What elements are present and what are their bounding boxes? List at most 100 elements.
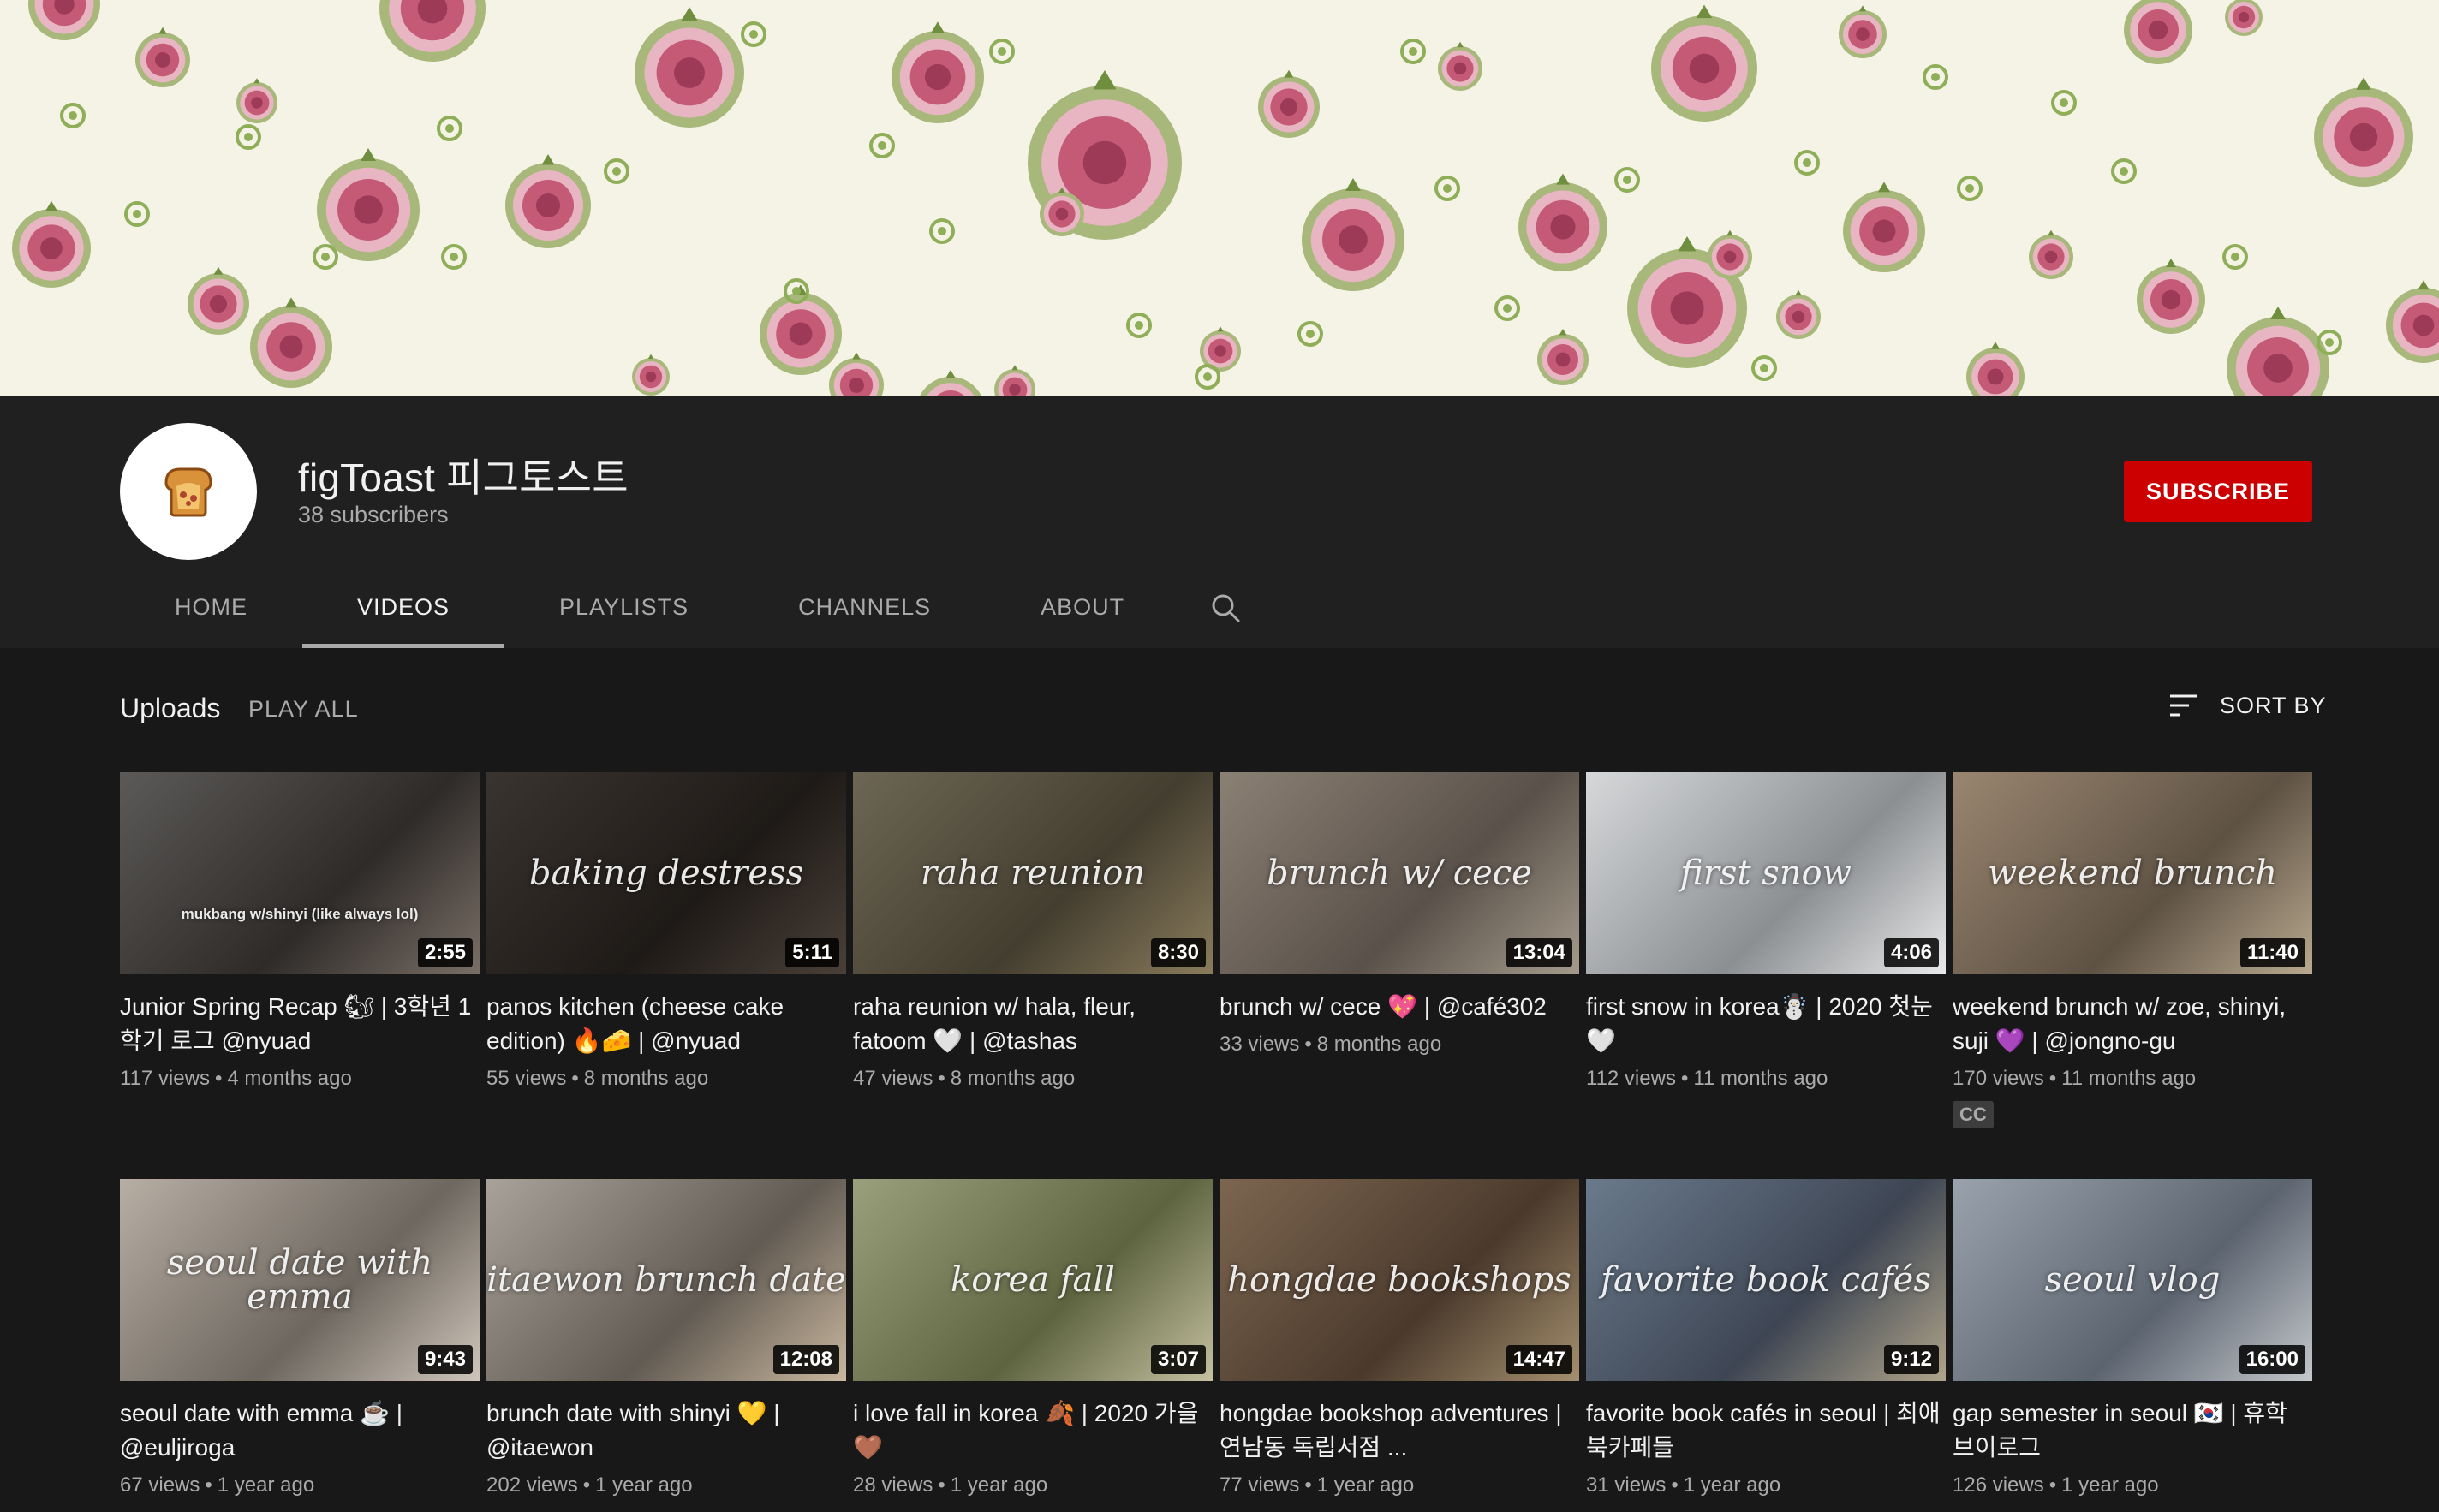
tab-home[interactable]: HOME — [120, 567, 302, 648]
tab-videos[interactable]: VIDEOS — [302, 567, 505, 648]
video-title[interactable]: panos kitchen (cheese cake edition) 🔥🧀 |… — [486, 990, 846, 1058]
video-thumbnail[interactable]: hongdae bookshops 14:47 — [1220, 1179, 1579, 1381]
video-meta: 47 views • 8 months ago — [853, 1067, 1213, 1091]
meta-separator: • — [2048, 1473, 2057, 1497]
video-title[interactable]: first snow in korea☃️ | 2020 첫눈 🤍 — [1586, 990, 1946, 1058]
sort-by-label: SORT BY — [2220, 692, 2327, 718]
video-meta: 31 views • 1 year ago — [1586, 1473, 1946, 1497]
video-thumbnail[interactable]: seoul vlog 16:00 — [1953, 1179, 2312, 1381]
view-count: 28 views — [853, 1473, 933, 1497]
fig-pattern — [12, 0, 2439, 396]
video-card[interactable]: hongdae bookshops 14:47 hongdae bookshop a… — [1220, 1179, 1579, 1497]
video-card[interactable]: baking destress 5:11 panos kitchen (cheese… — [486, 772, 846, 1091]
video-title[interactable]: hongdae bookshop adventures | 연남동 독립서점 .… — [1220, 1396, 1579, 1465]
video-title[interactable]: Junior Spring Recap 🐿 | 3학년 1학기 로그 @nyua… — [120, 990, 480, 1058]
upload-age: 4 months ago — [227, 1067, 352, 1090]
upload-age: 8 months ago — [950, 1067, 1076, 1090]
view-count: 202 views — [486, 1473, 578, 1497]
video-title[interactable]: brunch date with shinyi 💛 | @itaewon — [486, 1396, 846, 1465]
view-count: 77 views — [1220, 1473, 1300, 1497]
meta-separator: • — [1304, 1033, 1312, 1056]
video-duration: 9:12 — [1883, 1345, 1939, 1374]
meta-separator: • — [938, 1473, 945, 1497]
sort-icon — [2170, 694, 2197, 717]
video-meta: 33 views • 8 months ago — [1220, 1033, 1579, 1057]
video-meta: 170 views • 11 months ago — [1953, 1067, 2312, 1091]
video-card[interactable]: itaewon brunch date 12:08 brunch date with… — [486, 1179, 846, 1497]
meta-separator: • — [938, 1067, 945, 1090]
avatar[interactable] — [120, 423, 257, 560]
video-thumbnail[interactable]: itaewon brunch date 12:08 — [486, 1179, 846, 1381]
upload-age: 1 year ago — [217, 1473, 315, 1497]
meta-separator: • — [1304, 1473, 1312, 1497]
video-thumbnail[interactable]: mukbang w/shinyi (like always lol) 2:55 — [120, 772, 480, 974]
video-thumbnail[interactable]: raha reunion 8:30 — [853, 772, 1213, 974]
view-count: 47 views — [853, 1067, 933, 1090]
video-card[interactable]: favorite book cafés 9:12 favorite book caf… — [1586, 1179, 1946, 1497]
video-title[interactable]: favorite book cafés in seoul | 최애 북카페들 — [1586, 1396, 1946, 1465]
video-title[interactable]: weekend brunch w/ zoe, shinyi, suji 💜 | … — [1953, 990, 2312, 1058]
subscribe-button[interactable]: SUBSCRIBE — [2124, 461, 2312, 522]
upload-age: 1 year ago — [2061, 1473, 2159, 1497]
video-duration: 16:00 — [2239, 1345, 2305, 1374]
video-duration: 12:08 — [772, 1345, 839, 1374]
video-thumbnail[interactable]: first snow 4:06 — [1586, 772, 1946, 974]
video-thumbnail[interactable]: weekend brunch 11:40 — [1953, 772, 2312, 974]
search-icon — [1212, 594, 1240, 622]
uploads-title: Uploads — [120, 693, 221, 723]
video-duration: 3:07 — [1150, 1345, 1206, 1374]
sort-by-button[interactable]: SORT BY — [2167, 691, 2327, 720]
video-meta: 55 views • 8 months ago — [486, 1067, 846, 1091]
upload-age: 11 months ago — [2061, 1067, 2197, 1090]
video-duration: 4:06 — [1883, 938, 1939, 967]
view-count: 170 views — [1953, 1067, 2044, 1090]
video-meta: 77 views • 1 year ago — [1220, 1473, 1579, 1497]
video-thumbnail[interactable]: baking destress 5:11 — [486, 772, 846, 974]
video-title[interactable]: seoul date with emma ☕️ | @euljiroga — [120, 1396, 480, 1465]
meta-separator: • — [1680, 1067, 1689, 1090]
tab-playlists[interactable]: PLAYLISTS — [504, 567, 743, 648]
video-duration: 8:30 — [1150, 938, 1206, 967]
videos-section: Uploads PLAY ALL SORT BY mukbang w/shiny… — [0, 648, 2439, 1512]
video-thumbnail[interactable]: favorite book cafés 9:12 — [1586, 1179, 1946, 1381]
channel-search-button[interactable] — [1179, 567, 1272, 648]
video-thumbnail[interactable]: seoul date with emma 9:43 — [120, 1179, 480, 1381]
video-card[interactable]: korea fall 3:07 i love fall in korea 🍂 | 2… — [853, 1179, 1213, 1497]
channel-tabs: HOME VIDEOS PLAYLISTS CHANNELS ABOUT — [120, 567, 1272, 648]
video-meta: 126 views • 1 year ago — [1953, 1473, 2312, 1497]
meta-separator: • — [2048, 1067, 2057, 1090]
cc-badge: CC — [1953, 1101, 1994, 1128]
video-meta: 112 views • 11 months ago — [1586, 1067, 1946, 1091]
video-thumbnail[interactable]: korea fall 3:07 — [853, 1179, 1213, 1381]
tab-about[interactable]: ABOUT — [986, 567, 1179, 648]
channel-banner — [0, 0, 2439, 396]
channel-name: figToast 피그토스트 — [298, 455, 629, 500]
meta-separator: • — [582, 1473, 591, 1497]
upload-age: 8 months ago — [583, 1067, 709, 1090]
video-meta: 117 views • 4 months ago — [120, 1067, 480, 1091]
upload-age: 1 year ago — [1683, 1473, 1781, 1497]
video-card[interactable]: mukbang w/shinyi (like always lol) 2:55 Ju… — [120, 772, 480, 1091]
subscriber-count: 38 subscribers — [298, 502, 449, 527]
upload-age: 8 months ago — [1316, 1033, 1442, 1056]
video-card[interactable]: first snow 4:06 first snow in korea☃️ | 20… — [1586, 772, 1946, 1091]
video-title[interactable]: brunch w/ cece 💖 | @café302 — [1220, 990, 1579, 1024]
video-duration: 2:55 — [417, 938, 473, 967]
video-title[interactable]: gap semester in seoul 🇰🇷 | 휴학 브이로그 — [1953, 1396, 2312, 1465]
video-meta: 67 views • 1 year ago — [120, 1473, 480, 1497]
video-card[interactable]: raha reunion 8:30 raha reunion w/ hala, fl… — [853, 772, 1213, 1091]
view-count: 126 views — [1953, 1473, 2044, 1497]
video-card[interactable]: weekend brunch 11:40 weekend brunch w/ zoe… — [1953, 772, 2312, 1128]
video-card[interactable]: seoul vlog 16:00 gap semester in seoul 🇰🇷 … — [1953, 1179, 2312, 1497]
video-title[interactable]: raha reunion w/ hala, fleur, fatoom 🤍 | … — [853, 990, 1213, 1058]
tab-channels[interactable]: CHANNELS — [743, 567, 986, 648]
view-count: 33 views — [1220, 1033, 1300, 1056]
video-title[interactable]: i love fall in korea 🍂 | 2020 가을 🤎 — [853, 1396, 1213, 1465]
meta-separator: • — [205, 1473, 212, 1497]
video-card[interactable]: brunch w/ cece 13:04 brunch w/ cece 💖 | @c… — [1220, 772, 1579, 1057]
play-all-button[interactable]: PLAY ALL — [248, 696, 359, 723]
video-thumbnail[interactable]: brunch w/ cece 13:04 — [1220, 772, 1579, 974]
video-card[interactable]: seoul date with emma 9:43 seoul date with … — [120, 1179, 480, 1497]
view-count: 31 views — [1586, 1473, 1667, 1497]
video-duration: 14:47 — [1506, 1345, 1572, 1374]
